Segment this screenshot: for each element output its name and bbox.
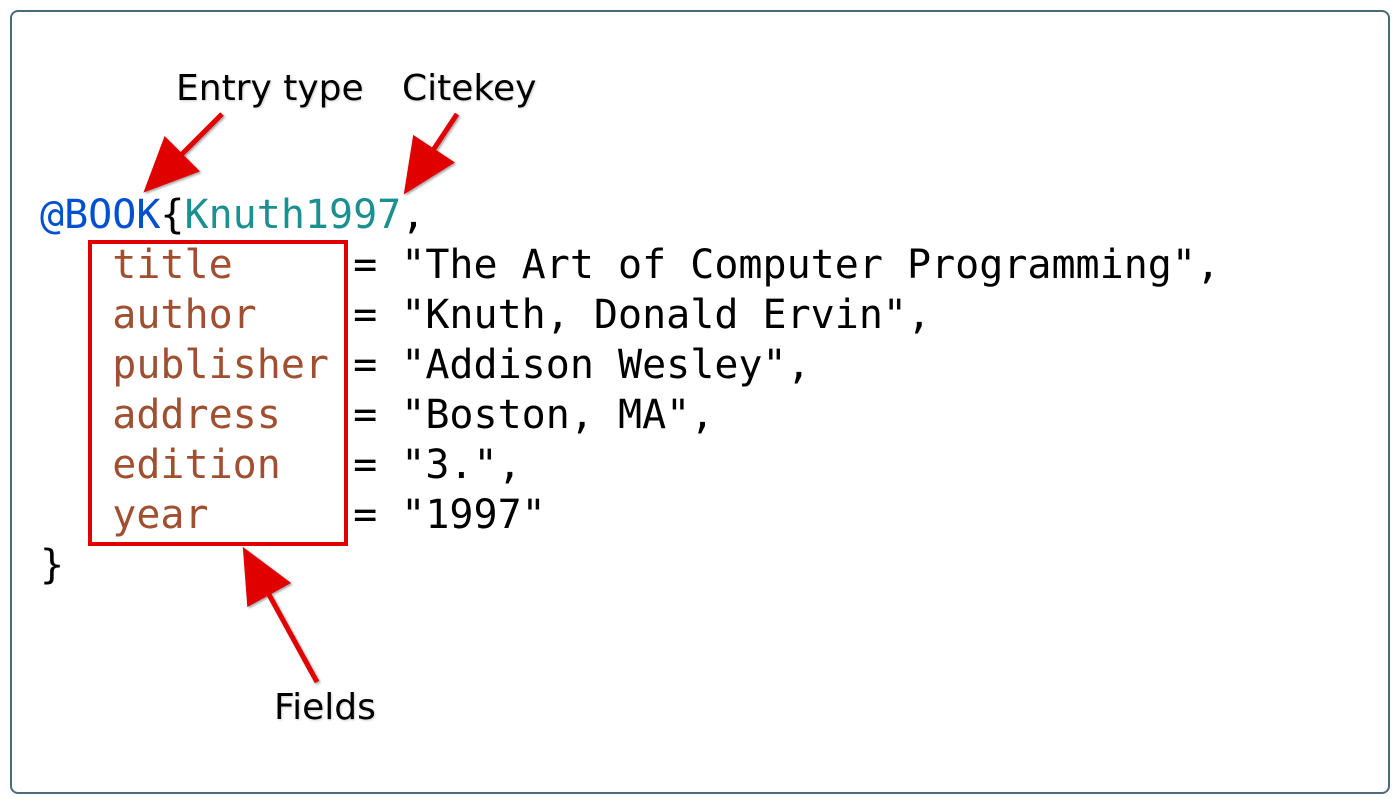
quote: ": [401, 342, 425, 388]
field-value-edition: 3.: [425, 442, 473, 488]
quote: ": [1172, 242, 1196, 288]
annotation-citekey: Citekey: [402, 68, 536, 109]
quote: ": [401, 242, 425, 288]
comma: ,: [1196, 242, 1220, 288]
quote: ": [401, 392, 425, 438]
citekey-value: Knuth1997: [185, 192, 402, 238]
diagram-container: Entry type Citekey Fields: [10, 10, 1390, 794]
quote: ": [401, 442, 425, 488]
quote: ": [401, 292, 425, 338]
comma: ,: [787, 342, 811, 388]
comma: ,: [907, 292, 931, 338]
quote: ": [522, 492, 546, 538]
annotation-fields: Fields: [274, 687, 376, 728]
entry-type-at: @: [40, 192, 64, 238]
field-value-address: Boston, MA: [425, 392, 666, 438]
field-value-title: The Art of Computer Programming: [425, 242, 1172, 288]
fields-highlight-box: [88, 240, 348, 546]
field-value-year: 1997: [425, 492, 521, 538]
quote: ": [883, 292, 907, 338]
close-brace: }: [40, 542, 64, 588]
entry-type-value: BOOK: [64, 192, 160, 238]
comma: ,: [498, 442, 522, 488]
arrow-citekey-icon: [382, 102, 482, 202]
comma: ,: [401, 192, 425, 238]
comma: ,: [690, 392, 714, 438]
quote: ": [763, 342, 787, 388]
annotation-entry-type: Entry type: [176, 68, 364, 109]
open-brace: {: [160, 192, 184, 238]
field-value-author: Knuth, Donald Ervin: [425, 292, 883, 338]
quote: ": [401, 492, 425, 538]
quote: ": [474, 442, 498, 488]
field-value-publisher: Addison Wesley: [425, 342, 762, 388]
arrow-entry-type-icon: [112, 102, 242, 202]
quote: ": [666, 392, 690, 438]
